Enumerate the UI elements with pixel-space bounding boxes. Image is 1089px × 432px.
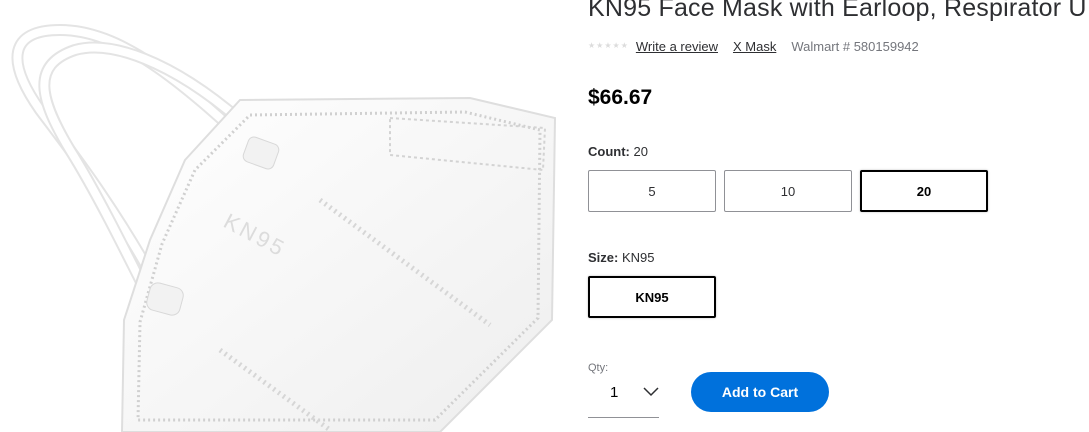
sku-number: Walmart # 580159942 [791,38,919,54]
size-label-text: Size: [588,250,619,265]
write-review-link[interactable]: Write a review [636,39,718,54]
count-selected-value: 20 [633,144,648,159]
count-option-10[interactable]: 10 [724,170,852,212]
size-option-kn95[interactable]: KN95 [588,276,716,318]
qty-label: Qty: [588,362,609,374]
product-info: KN95 Face Mask with Earloop, Respirator … [588,0,1089,432]
size-selected-value: KN95 [621,250,655,265]
star-icon: ★ [596,41,604,50]
rating-stars[interactable]: ★ ★ ★ ★ ★ [588,42,628,50]
star-icon: ★ [588,41,596,50]
star-icon: ★ [620,41,628,50]
mask-illustration: KN95 [11,23,557,432]
count-option-5[interactable]: 5 [588,170,716,212]
product-meta-row: ★ ★ ★ ★ ★ Write a review X Mask Walmart … [588,37,919,55]
size-label: Size: KN95 [588,250,655,265]
product-title: KN95 Face Mask with Earloop, Respirator … [588,0,1087,22]
qty-select[interactable]: 1 [588,376,659,418]
brand-link[interactable]: X Mask [733,39,776,54]
chevron-down-icon [643,387,659,397]
count-label: Count: 20 [588,144,648,159]
add-to-cart-button[interactable]: Add to Cart [691,372,829,412]
qty-value: 1 [610,384,619,401]
star-icon: ★ [604,41,612,50]
product-price: $66.67 [588,86,653,109]
product-image: KN95 [0,0,575,432]
star-icon: ★ [612,41,620,50]
count-option-20[interactable]: 20 [860,170,988,212]
count-label-text: Count: [588,144,630,159]
